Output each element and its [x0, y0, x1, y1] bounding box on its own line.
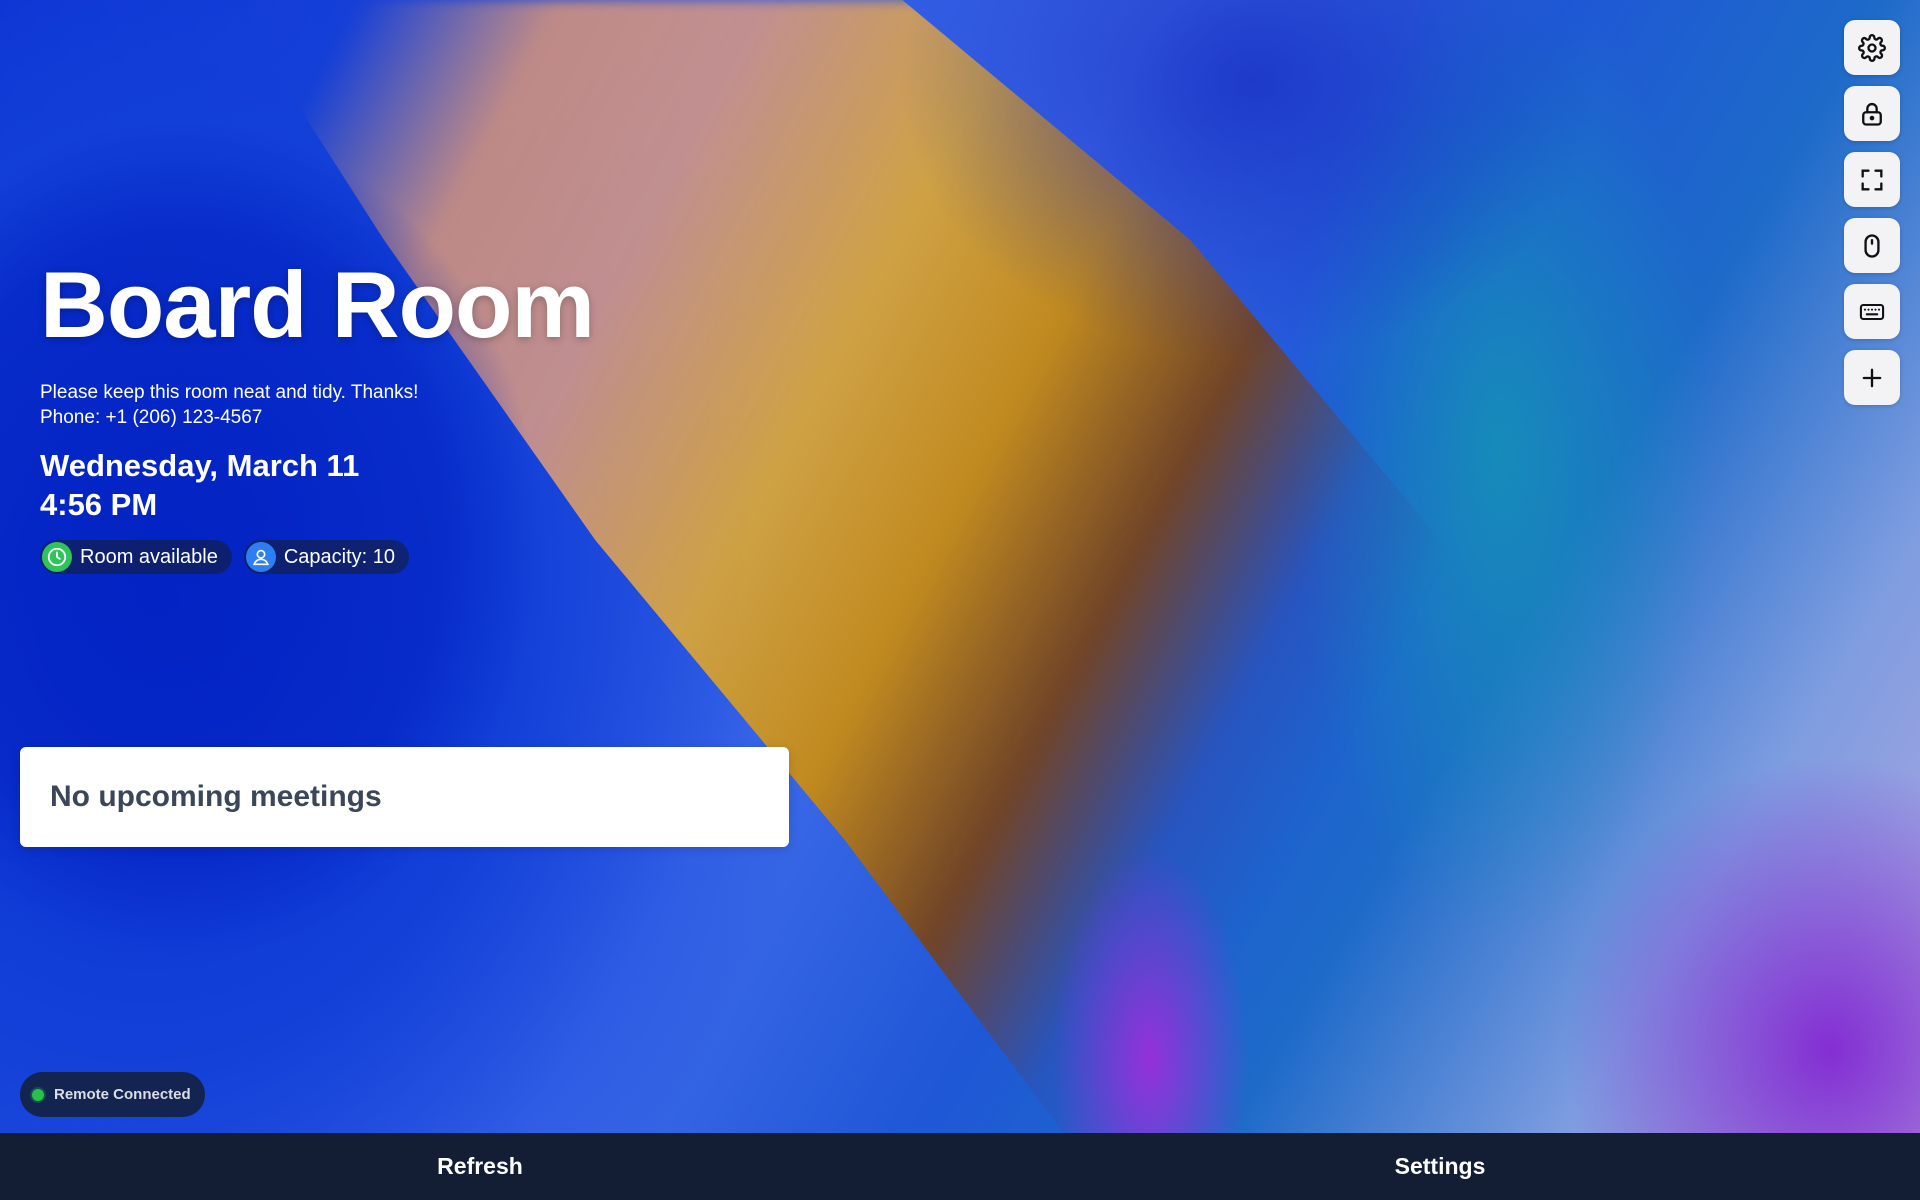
- mouse-tool-button[interactable]: [1844, 218, 1900, 273]
- add-tool-button[interactable]: [1844, 350, 1900, 405]
- plus-icon: [1862, 368, 1882, 387]
- status-dot-icon: [32, 1088, 44, 1101]
- room-description: Please keep this room neat and tidy. Tha…: [40, 382, 419, 403]
- settings-button[interactable]: Settings: [960, 1133, 1920, 1200]
- bottom-bar: Refresh Settings: [0, 1133, 1920, 1200]
- remote-status-label: Remote Connected: [54, 1086, 191, 1103]
- fullscreen-icon: [1861, 169, 1883, 190]
- keyboard-icon: [1859, 303, 1885, 320]
- wallpaper-layer: [0, 0, 1920, 1200]
- refresh-button[interactable]: Refresh: [0, 1133, 960, 1200]
- availability-label: Room available: [80, 545, 218, 568]
- keyboard-tool-button[interactable]: [1844, 284, 1900, 339]
- settings-tool-button[interactable]: [1844, 20, 1900, 75]
- capacity-badge: Capacity: 10: [243, 540, 410, 574]
- availability-badge: Room available: [40, 540, 232, 574]
- room-phone: Phone: +1 (206) 123-4567: [40, 407, 263, 428]
- side-toolbar: [1844, 20, 1900, 405]
- fullscreen-tool-button[interactable]: [1844, 152, 1900, 207]
- room-name: Board Room: [40, 252, 595, 357]
- meetings-card: No upcoming meetings: [20, 747, 789, 847]
- mouse-icon: [1864, 233, 1880, 258]
- remote-status-pill: Remote Connected: [20, 1072, 205, 1117]
- room-info: Board Room Please keep this room neat an…: [40, 250, 595, 574]
- lock-icon: [1862, 102, 1882, 126]
- no-meetings-message: No upcoming meetings: [50, 780, 382, 813]
- room-description-block: Please keep this room neat and tidy. Tha…: [40, 380, 594, 430]
- room-display-screen: Board Room Please keep this room neat an…: [0, 0, 1920, 1200]
- room-badges: Room available Capacity: 10: [40, 540, 594, 574]
- person-icon: [245, 542, 276, 572]
- lock-tool-button[interactable]: [1844, 86, 1900, 141]
- current-time: 4:56 PM: [40, 487, 158, 522]
- clock-icon: [42, 542, 72, 572]
- capacity-label: Capacity: 10: [283, 545, 396, 568]
- gear-icon: [1858, 33, 1886, 62]
- current-date: Wednesday, March 11: [40, 448, 360, 483]
